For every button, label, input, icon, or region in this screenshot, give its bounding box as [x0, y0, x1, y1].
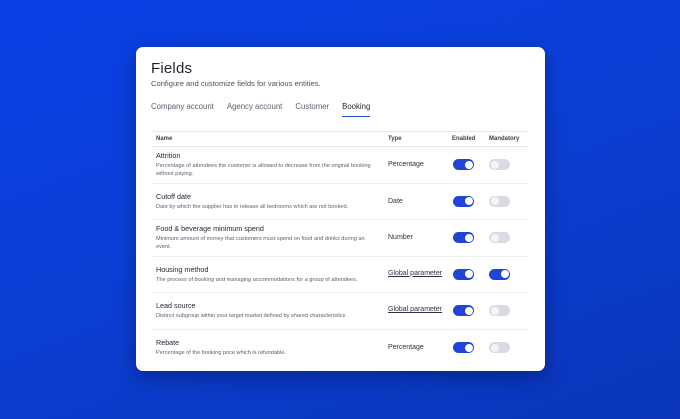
field-name: Rebate [156, 338, 180, 348]
table-row: Food & beverage minimum spend Minimum am… [151, 220, 529, 257]
field-name: Lead source [156, 301, 196, 311]
field-name-cell: Lead source Distinct subgroup within you… [151, 301, 388, 320]
toggle-knob [500, 270, 509, 279]
fields-card: Fields Configure and customize fields fo… [136, 47, 545, 371]
table-row: Lead source Distinct subgroup within you… [151, 293, 529, 330]
column-header-mandatory: Mandatory [489, 136, 520, 142]
tab-company-account[interactable]: Company account [151, 102, 214, 117]
mandatory-cell [489, 159, 529, 171]
field-type-cell: Number [388, 234, 452, 241]
field-description: Date by which the supplier has to releas… [156, 203, 349, 210]
table-header: Name Type Enabled Mandatory [151, 131, 529, 147]
field-type: Number [388, 234, 413, 242]
toggle-knob [464, 233, 473, 242]
field-type-link[interactable]: Global parameter [388, 305, 452, 316]
enabled-cell [452, 159, 489, 171]
enabled-toggle[interactable] [453, 268, 474, 280]
field-name: Attrition [156, 150, 181, 160]
tab-agency-account[interactable]: Agency account [227, 102, 282, 117]
mandatory-toggle[interactable] [489, 232, 510, 244]
toggle-knob [464, 197, 473, 206]
field-type-cell: Global parameter [388, 269, 452, 280]
page-title: Fields [151, 60, 193, 77]
field-description: Percentage of attendees the customer is … [156, 162, 371, 178]
toggle-knob [490, 343, 499, 352]
enabled-cell [452, 195, 489, 207]
column-header-type: Type [388, 136, 402, 142]
toggle-knob [490, 197, 499, 206]
toggle-knob [490, 233, 499, 242]
enabled-cell [452, 232, 489, 244]
mandatory-toggle[interactable] [489, 305, 510, 317]
enabled-toggle[interactable] [453, 195, 474, 207]
table-row: Attrition Percentage of attendees the cu… [151, 147, 529, 184]
field-description: Distinct subgroup within your target mar… [156, 313, 346, 320]
toggle-knob [490, 306, 499, 315]
table-row: Cutoff date Date by which the supplier h… [151, 184, 529, 220]
field-name: Housing method [156, 264, 209, 274]
mandatory-cell [489, 195, 529, 207]
field-type-cell: Percentage [388, 344, 452, 351]
tab-booking[interactable]: Booking [342, 102, 371, 117]
field-description: The process of booking and managing acco… [156, 276, 358, 283]
toggle-knob [464, 270, 473, 279]
mandatory-toggle[interactable] [489, 159, 510, 171]
fields-table: Name Type Enabled Mandatory Attrition Pe… [151, 131, 529, 366]
mandatory-cell [489, 268, 529, 280]
column-header-enabled: Enabled [452, 136, 476, 142]
mandatory-toggle[interactable] [489, 342, 510, 354]
enabled-toggle[interactable] [453, 159, 474, 171]
enabled-toggle[interactable] [453, 342, 474, 354]
enabled-cell [452, 268, 489, 280]
page-subtitle: Configure and customize fields for vario… [151, 79, 321, 88]
field-name: Food & beverage minimum spend [156, 223, 264, 233]
field-type-cell: Percentage [388, 161, 452, 168]
enabled-cell [452, 305, 489, 317]
field-name-cell: Rebate Percentage of the booking price w… [151, 338, 388, 357]
table-row: Housing method The process of booking an… [151, 257, 529, 293]
mandatory-cell [489, 342, 529, 354]
field-type-cell: Global parameter [388, 305, 452, 316]
toggle-knob [464, 306, 473, 315]
field-type-cell: Date [388, 198, 452, 205]
field-name: Cutoff date [156, 191, 192, 201]
field-type: Date [388, 197, 403, 205]
table-row: Rebate Percentage of the booking price w… [151, 330, 529, 367]
field-type-link[interactable]: Global parameter [388, 269, 452, 280]
enabled-cell [452, 342, 489, 354]
table-body: Attrition Percentage of attendees the cu… [151, 147, 529, 366]
mandatory-toggle[interactable] [489, 195, 510, 207]
mandatory-toggle[interactable] [489, 268, 510, 280]
field-description: Percentage of the booking price which is… [156, 350, 286, 357]
field-name-cell: Food & beverage minimum spend Minimum am… [151, 224, 388, 252]
field-name-cell: Housing method The process of booking an… [151, 265, 388, 284]
mandatory-cell [489, 232, 529, 244]
field-type: Percentage [388, 161, 424, 169]
toggle-knob [464, 343, 473, 352]
toggle-knob [490, 160, 499, 169]
column-header-name: Name [156, 136, 173, 142]
field-type: Percentage [388, 344, 424, 352]
mandatory-cell [489, 305, 529, 317]
enabled-toggle[interactable] [453, 305, 474, 317]
field-description: Minimum amount of money that customers m… [156, 235, 365, 251]
toggle-knob [464, 160, 473, 169]
enabled-toggle[interactable] [453, 232, 474, 244]
tab-customer[interactable]: Customer [295, 102, 329, 117]
field-name-cell: Cutoff date Date by which the supplier h… [151, 192, 388, 211]
field-name-cell: Attrition Percentage of attendees the cu… [151, 151, 388, 179]
entity-tabs: Company account Agency account Customer … [151, 102, 530, 117]
